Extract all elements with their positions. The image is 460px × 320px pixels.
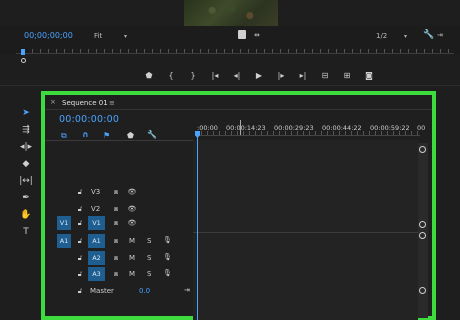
lift-icon[interactable]: ⊟	[318, 71, 332, 80]
mute-button[interactable]: M	[129, 254, 135, 262]
master-volume[interactable]: 0.0	[139, 287, 150, 295]
lock-icon[interactable]: 🔓︎	[75, 254, 85, 263]
lock-icon[interactable]: 🔓︎	[75, 237, 85, 246]
pen-tool-icon[interactable]: ✒	[19, 191, 33, 205]
linked-selection-icon[interactable]: ⚑	[103, 131, 110, 140]
fit-dropdown-label[interactable]: Fit	[94, 32, 102, 40]
lock-icon[interactable]: 🔓︎	[75, 287, 85, 296]
tab-menu-icon[interactable]: ≡	[109, 99, 115, 107]
av-divider	[193, 232, 418, 233]
monitor-ruler[interactable]	[16, 53, 454, 54]
mic-icon[interactable]: 🎙︎	[163, 236, 172, 244]
tab-divider	[45, 109, 432, 110]
track-label-v2: V2	[91, 205, 101, 213]
marker-settings-icon[interactable]: ⇹	[254, 31, 260, 39]
eye-icon[interactable]: 👁︎	[127, 188, 137, 196]
monitor-playhead[interactable]	[21, 49, 25, 55]
razor-tool-icon[interactable]: ◆	[19, 157, 33, 171]
master-label: Master	[90, 287, 114, 295]
extract-icon[interactable]: ⊞	[340, 71, 354, 80]
timeline-panel: × Sequence 01 ≡ 00:00:00:00 ⧉ ∩ ⚑ ⬟ 🔧 :0…	[41, 91, 436, 320]
sequence-tab[interactable]: Sequence 01	[62, 99, 108, 107]
tab-close-icon[interactable]: ×	[50, 98, 56, 106]
lock-icon[interactable]: 🔓︎	[75, 270, 85, 279]
mic-icon[interactable]: 🎙︎	[163, 269, 172, 277]
mic-icon[interactable]: 🎙︎	[163, 253, 172, 261]
go-to-in-icon[interactable]: |◂	[208, 71, 222, 80]
program-timecode[interactable]: 00;00;00;00	[24, 31, 73, 40]
scroll-handle-bottom[interactable]	[419, 287, 426, 294]
transport-controls: ⬟ { } |◂ ◂| ▶ |▸ ▸| ⊟ ⊞ ◙	[142, 71, 376, 80]
solo-button[interactable]: S	[147, 270, 151, 278]
sync-lock-icon[interactable]: ⧈	[111, 237, 121, 246]
monitor-scroll-handle[interactable]	[21, 58, 26, 63]
work-area-marker	[240, 120, 241, 136]
sync-lock-icon[interactable]: ⧈	[111, 205, 121, 214]
ripple-edit-tool-icon[interactable]: ◂|▸	[19, 140, 33, 154]
source-patch-v1[interactable]: V1	[57, 216, 71, 230]
track-select-tool-icon[interactable]: ⇶	[19, 123, 33, 137]
add-marker-icon-timeline[interactable]: ⬟	[127, 131, 134, 140]
premiere-window: 00;00;00;00 Fit ▾ ⇹ 1/2 ▾ 🔧 ⇥ ⬟ { } |◂ ◂…	[0, 0, 460, 320]
eye-icon[interactable]: 👁︎	[127, 205, 137, 213]
eye-icon[interactable]: 👁︎	[127, 219, 137, 227]
export-frame-icon[interactable]: ◙	[362, 71, 376, 80]
track-label-v3: V3	[91, 188, 101, 196]
lock-icon[interactable]: 🔓︎	[75, 219, 85, 228]
header-separator	[45, 140, 193, 141]
ruler-baseline	[195, 135, 420, 136]
target-track-v1[interactable]: V1	[88, 216, 105, 230]
clip-icon[interactable]	[238, 30, 246, 39]
lock-icon[interactable]: 🔓︎	[75, 205, 85, 214]
scroll-handle-audio-top[interactable]	[419, 232, 426, 239]
timeline-settings-wrench-icon[interactable]: 🔧	[147, 130, 157, 139]
add-marker-icon[interactable]: ⬟	[142, 71, 156, 80]
resolution-dropdown-arrow-icon[interactable]: ▾	[404, 33, 407, 40]
go-to-end-icon[interactable]: ⇥	[184, 286, 190, 294]
expand-icon[interactable]: ⇥	[437, 31, 443, 39]
mute-button[interactable]: M	[129, 237, 135, 245]
mark-out-icon[interactable]: }	[186, 71, 200, 80]
scroll-handle-top[interactable]	[419, 146, 426, 153]
go-to-out-icon[interactable]: ▸|	[296, 71, 310, 80]
step-forward-icon[interactable]: |▸	[274, 71, 288, 80]
track-canvas[interactable]	[193, 140, 418, 320]
solo-button[interactable]: S	[147, 254, 151, 262]
sync-lock-icon[interactable]: ⧈	[111, 219, 121, 228]
resolution-dropdown-label[interactable]: 1/2	[376, 32, 387, 40]
sequence-timecode[interactable]: 00:00:00:00	[59, 114, 119, 125]
target-track-a2[interactable]: A2	[88, 251, 105, 265]
play-icon[interactable]: ▶	[252, 71, 266, 80]
slip-tool-icon[interactable]: |↔|	[19, 174, 33, 188]
hand-tool-icon[interactable]: ✋	[19, 208, 33, 222]
mute-button[interactable]: M	[129, 270, 135, 278]
wrench-icon[interactable]: 🔧	[423, 30, 434, 40]
playhead-line[interactable]	[197, 137, 198, 320]
solo-button[interactable]: S	[147, 237, 151, 245]
source-patch-a1[interactable]: A1	[57, 234, 71, 248]
panel-divider	[0, 85, 460, 86]
snap-icon[interactable]: ∩	[82, 130, 89, 139]
sync-lock-icon[interactable]: ⧈	[111, 188, 121, 197]
type-tool-icon[interactable]: T	[19, 225, 33, 239]
selection-tool-icon[interactable]: ➤	[19, 106, 33, 120]
sync-lock-icon[interactable]: ⧈	[111, 270, 121, 279]
scroll-handle-video-bottom[interactable]	[419, 221, 426, 228]
program-monitor-preview	[184, 0, 278, 26]
sync-lock-icon[interactable]: ⧈	[111, 254, 121, 263]
target-track-a3[interactable]: A3	[88, 267, 105, 281]
fit-dropdown-arrow-icon[interactable]: ▾	[124, 33, 127, 40]
target-track-a1[interactable]: A1	[88, 234, 105, 248]
mark-in-icon[interactable]: {	[164, 71, 178, 80]
lock-icon[interactable]: 🔓︎	[75, 188, 85, 197]
step-back-icon[interactable]: ◂|	[230, 71, 244, 80]
